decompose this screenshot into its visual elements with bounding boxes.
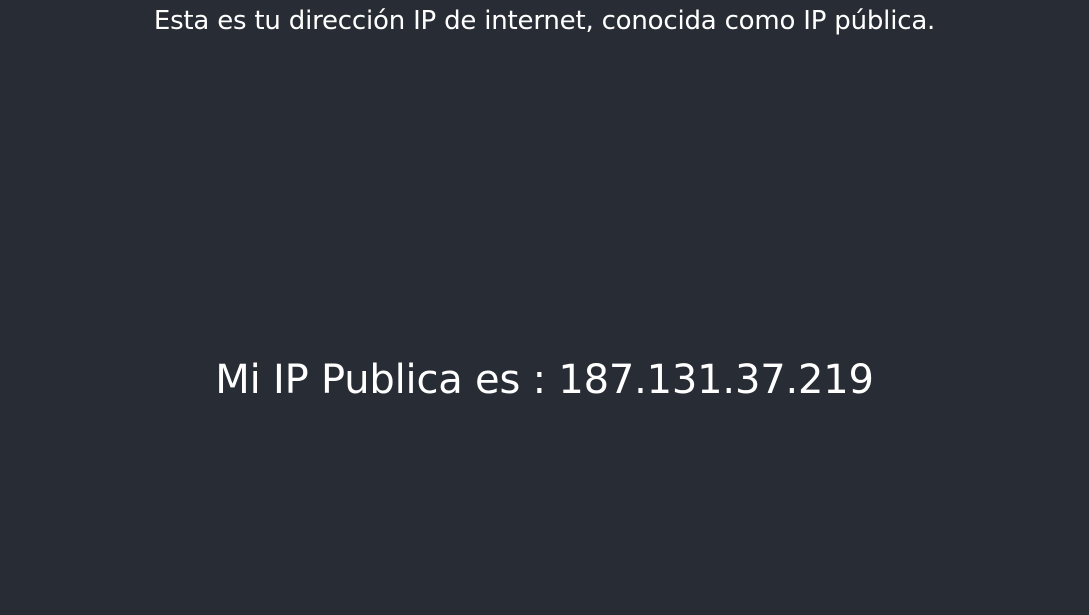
page-description: Esta es tu dirección IP de internet, con… [153, 6, 936, 36]
ip-label: Mi IP Publica es : [215, 357, 546, 403]
public-ip-display: Mi IP Publica es : 187.131.37.219 [0, 357, 1089, 403]
ip-address-value: 187.131.37.219 [558, 357, 874, 403]
